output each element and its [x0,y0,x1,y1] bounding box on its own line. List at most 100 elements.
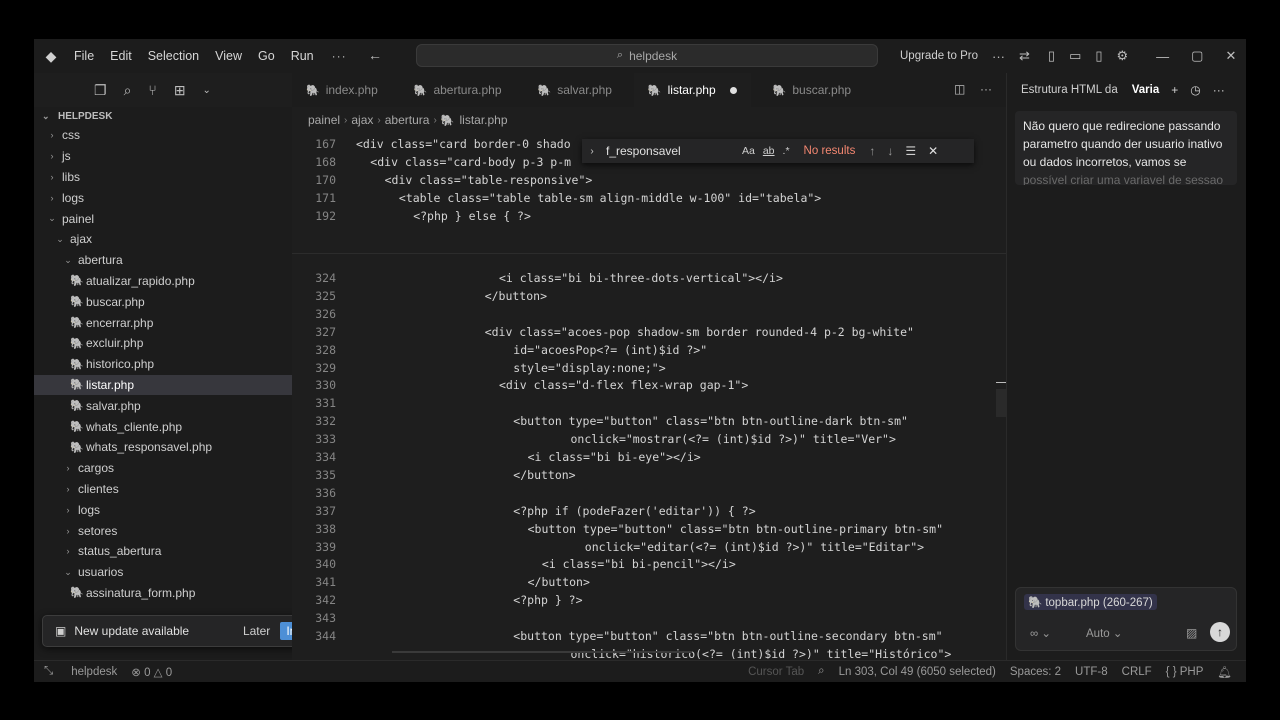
folder-item[interactable]: › logs [34,499,292,520]
command-center-search[interactable]: ⌕ helpdesk [416,44,878,67]
editor-tab[interactable]: 🐘 listar.php [633,73,751,107]
horizontal-scrollbar[interactable] [392,651,692,653]
menu-run[interactable]: Run [291,49,314,63]
encoding[interactable]: UTF-8 [1075,666,1108,678]
settings-gear-icon[interactable]: ⚙ [1117,48,1129,64]
find-in-selection-icon[interactable]: ☰ [905,144,916,158]
code-line[interactable]: 330 <div class="d-flex flex-wrap gap-1"> [292,376,1006,394]
extensions-icon[interactable]: ⊞ [174,82,186,99]
cursor-position[interactable]: Ln 303, Col 49 (6050 selected) [839,666,996,678]
language-mode[interactable]: { } PHP [1166,666,1204,678]
file-item[interactable]: 🐘 atualizar_rapido.php [34,271,292,292]
file-item[interactable]: 🐘 listar.php [34,374,292,396]
zoom-icon[interactable]: ⌕ [818,665,824,678]
upgrade-button[interactable]: Upgrade to Pro [900,50,978,62]
editor-tab[interactable]: 🐘 index.php [292,73,392,107]
explorer-icon[interactable]: ❐ [94,82,107,99]
menu-selection[interactable]: Selection [148,49,199,63]
swap-icon[interactable]: ⇄ [1019,48,1030,64]
code-line[interactable]: 337 <?php if (podeFazer('editar')) { ?> [292,502,1006,520]
menu-go[interactable]: Go [258,49,275,63]
agent-mode-dropdown[interactable]: ∞ ⌄ [1030,626,1051,640]
menu-more-icon[interactable]: ··· [332,49,347,63]
chat-tab-active[interactable]: Varia [1132,84,1160,96]
file-item[interactable]: 🐘 assinatura_form.php [34,583,292,604]
folder-item[interactable]: › clientes [34,479,292,500]
match-word-toggle[interactable]: ab [763,145,775,157]
code-line[interactable]: 326 [292,305,1006,323]
file-item[interactable]: 🐘 historico.php [34,354,292,375]
folder-item[interactable]: › setores [34,520,292,541]
regex-toggle[interactable]: .* [783,145,790,157]
toggle-secondary-sidebar-icon[interactable]: ▯ [1095,48,1102,64]
code-line[interactable]: 341 </button> [292,573,1006,591]
toggle-sidebar-icon[interactable]: ▯ [1048,48,1055,64]
file-item[interactable]: 🐘 excluir.php [34,333,292,354]
code-line[interactable]: 331 [292,394,1006,412]
explorer-root-header[interactable]: ⌄ HELPDESK [34,107,292,125]
close-find-icon[interactable]: ✕ [928,144,938,158]
later-button[interactable]: Later [243,624,270,638]
file-item[interactable]: 🐘 whats_responsavel.php [34,437,292,458]
code-line[interactable]: 324 <i class="bi bi-three-dots-vertical">… [292,269,1006,287]
menu-edit[interactable]: Edit [110,49,132,63]
install-now-button[interactable]: Install Now [280,622,292,640]
code-line[interactable]: 170 <div class="table-responsive"> [292,171,1006,189]
code-line[interactable]: 171 <table class="table table-sm align-mi… [292,189,1006,207]
breadcrumb-ajax[interactable]: ajax [351,113,373,127]
code-line[interactable]: 192 <?php } else { ?> [292,207,1006,225]
menu-file[interactable]: File [74,49,94,63]
toggle-panel-icon[interactable]: ▭ [1069,48,1081,64]
workspace-name[interactable]: helpdesk [71,666,117,678]
breadcrumb-painel[interactable]: painel [308,113,340,127]
image-attach-icon[interactable]: ▨ [1186,626,1197,640]
code-line[interactable]: 329 style="display:none;"> [292,359,1006,377]
code-line[interactable]: 340 <i class="bi bi-pencil"></i> [292,555,1006,573]
chat-input[interactable]: 🐘 topbar.php (260-267) ∞ ⌄ Auto ⌄ ▨ ↑ [1015,587,1237,651]
more-icon[interactable]: ··· [992,49,1005,64]
editor-tab[interactable]: 🐘 salvar.php [524,73,626,107]
folder-item[interactable]: ⌄ usuarios [34,562,292,583]
editor-tab[interactable]: 🐘 buscar.php [759,73,865,107]
folder-item[interactable]: ⌄ painel [34,208,292,229]
cursor-tab-status[interactable]: Cursor Tab [748,666,804,678]
folder-item[interactable]: ⌄ abertura [34,250,292,271]
editor-tab[interactable]: 🐘 abertura.php [400,73,516,107]
code-line[interactable]: 338 <button type="button" class="btn btn-… [292,520,1006,538]
editor-more-icon[interactable]: ··· [980,82,992,96]
indentation[interactable]: Spaces: 2 [1010,666,1061,678]
code-line[interactable]: 325 </button> [292,287,1006,305]
breadcrumb-file[interactable]: listar.php [459,113,507,127]
code-line[interactable]: 344 <button type="button" class="btn btn-… [292,627,1006,645]
source-control-icon[interactable]: ⑂ [148,82,156,98]
folder-item[interactable]: › css [34,125,292,146]
end-of-line[interactable]: CRLF [1122,666,1152,678]
menu-view[interactable]: View [215,49,242,63]
close-window-icon[interactable]: ✕ [1225,48,1236,64]
remote-icon[interactable]: ⤡ [44,665,53,678]
context-chip[interactable]: 🐘 topbar.php (260-267) [1024,594,1157,610]
new-chat-icon[interactable]: + [1171,83,1178,97]
chevron-down-icon[interactable]: ⌄ [203,85,211,96]
maximize-icon[interactable]: ▢ [1191,48,1203,64]
folder-item[interactable]: › cargos [34,458,292,479]
code-line[interactable]: 333 onclick="mostrar(<?= (int)$id ?>)" ti… [292,430,1006,448]
breadcrumb-abertura[interactable]: abertura [385,113,430,127]
search-view-icon[interactable]: ⌕ [124,82,132,99]
folder-item[interactable]: › status_abertura [34,541,292,562]
chat-more-icon[interactable]: ··· [1213,83,1225,97]
problems-indicator[interactable]: ⊗ 0 △ 0 [131,665,172,679]
code-line[interactable]: 343 [292,609,1006,627]
history-icon[interactable]: ◷ [1190,83,1200,97]
code-line[interactable]: 334 <i class="bi bi-eye"></i> [292,448,1006,466]
code-line[interactable]: 342 <?php } ?> [292,591,1006,609]
send-button[interactable]: ↑ [1210,622,1230,642]
code-line[interactable]: 332 <button type="button" class="btn btn-… [292,412,1006,430]
minimize-icon[interactable]: — [1156,49,1169,64]
code-line[interactable]: 328 id="acoesPop<?= (int)$id ?>" [292,341,1006,359]
folder-item[interactable]: › logs [34,187,292,208]
back-arrow-icon[interactable]: ← [368,47,382,63]
file-item[interactable]: 🐘 salvar.php [34,395,292,416]
folder-item[interactable]: › libs [34,167,292,188]
code-line[interactable]: 339 onclick="editar(<?= (int)$id ?>)" tit… [292,538,1006,556]
